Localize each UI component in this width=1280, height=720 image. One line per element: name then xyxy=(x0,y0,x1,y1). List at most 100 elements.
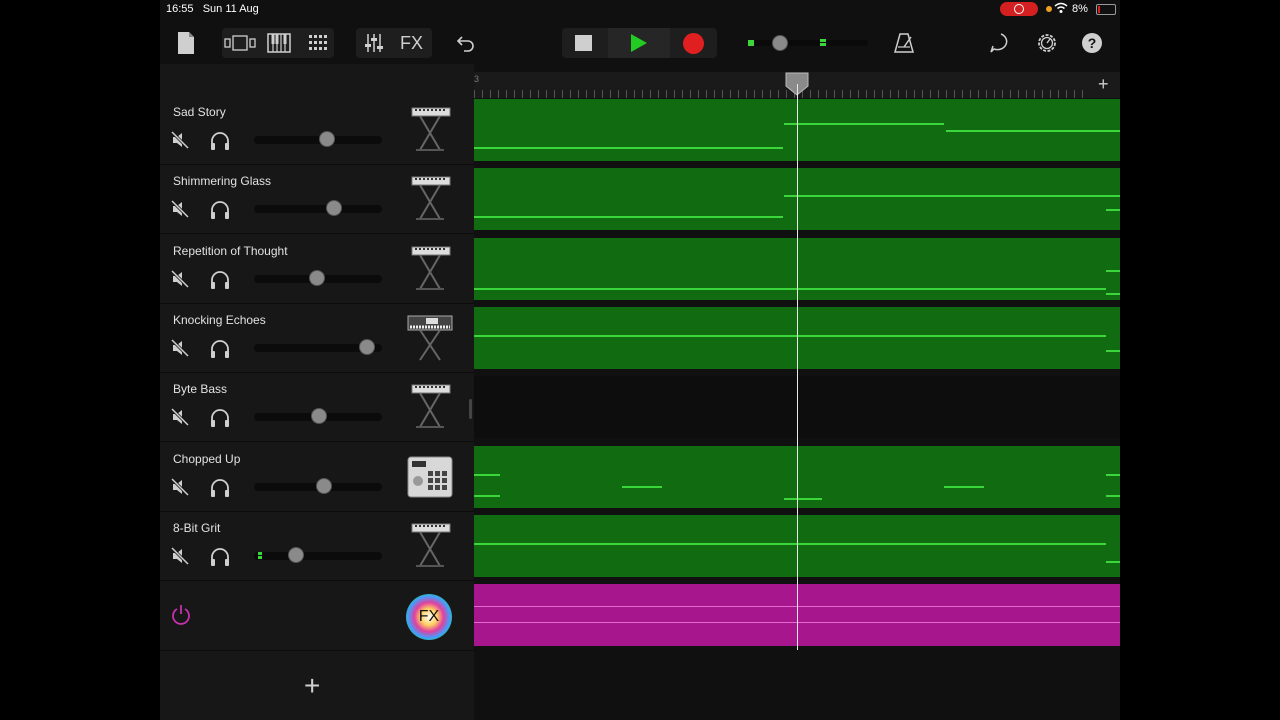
keyboard-icon[interactable] xyxy=(406,241,454,297)
track-volume-slider[interactable] xyxy=(254,269,382,286)
solo-headphones-icon[interactable] xyxy=(209,131,231,151)
metronome-icon[interactable] xyxy=(893,32,915,54)
add-section-button[interactable]: + xyxy=(1098,74,1109,94)
track-header[interactable]: Shimmering Glass xyxy=(160,165,474,235)
track-header[interactable]: Repetition of Thought xyxy=(160,235,474,304)
keyboard-icon[interactable] xyxy=(406,379,454,435)
battery-icon xyxy=(1096,4,1116,15)
midi-note xyxy=(474,494,500,497)
help-button[interactable]: ? xyxy=(1082,33,1102,53)
midi-note xyxy=(474,542,1106,545)
track-header[interactable]: Chopped Up xyxy=(160,443,474,512)
track-volume-slider[interactable] xyxy=(254,131,382,147)
ipad-screen: 16:55 Sun 11 Aug 8% FX ? Sad Story Shimm… xyxy=(160,0,1120,720)
track-name[interactable]: Byte Bass xyxy=(173,382,227,396)
fx-track-header[interactable]: FX xyxy=(160,584,474,651)
midi-note xyxy=(474,147,783,149)
keyboard-icon[interactable] xyxy=(406,171,454,227)
midi-note xyxy=(474,216,783,219)
synth-keyboard-icon[interactable] xyxy=(406,310,454,366)
keyboard-icon[interactable] xyxy=(267,33,291,53)
midi-note xyxy=(1106,560,1120,563)
track-volume-slider[interactable] xyxy=(254,338,382,355)
track-name[interactable]: Shimmering Glass xyxy=(173,174,271,188)
fx-button[interactable]: FX xyxy=(400,33,423,54)
mute-icon[interactable] xyxy=(170,338,190,357)
play-button[interactable] xyxy=(630,33,648,53)
grid-view-icon[interactable] xyxy=(308,34,328,52)
mute-icon[interactable] xyxy=(170,200,190,219)
midi-note xyxy=(474,287,1106,290)
add-track-button[interactable]: + xyxy=(304,670,320,702)
document-icon[interactable] xyxy=(176,31,196,55)
mute-icon[interactable] xyxy=(170,477,190,496)
track-name[interactable]: Knocking Echoes xyxy=(173,313,266,327)
level-meter-right xyxy=(820,39,826,42)
status-time-date: 16:55 Sun 11 Aug xyxy=(166,3,259,15)
solo-headphones-icon[interactable] xyxy=(209,478,231,498)
ruler-ticks xyxy=(474,90,1090,98)
solo-headphones-icon[interactable] xyxy=(209,270,231,290)
track-volume-knob[interactable] xyxy=(319,131,335,147)
track-volume-slider[interactable] xyxy=(254,477,382,494)
track-volume-slider[interactable] xyxy=(254,200,382,217)
mute-icon[interactable] xyxy=(170,546,190,565)
stop-button[interactable] xyxy=(575,35,592,51)
midi-note xyxy=(1106,494,1120,497)
master-volume-slider[interactable] xyxy=(748,35,868,51)
playhead-line xyxy=(797,84,798,650)
solo-headphones-icon[interactable] xyxy=(209,200,231,220)
mute-icon[interactable] xyxy=(170,269,190,288)
midi-note xyxy=(1106,292,1120,295)
drum-machine-icon[interactable] xyxy=(406,449,454,505)
screen-recording-icon[interactable] xyxy=(1000,2,1038,16)
solo-headphones-icon[interactable] xyxy=(209,547,231,567)
toolbar: FX ? xyxy=(160,22,1120,64)
keyboard-icon[interactable] xyxy=(406,102,454,158)
mute-icon[interactable] xyxy=(170,130,190,150)
track-volume-knob[interactable] xyxy=(326,200,342,217)
mixer-icon[interactable] xyxy=(364,33,384,53)
midi-note xyxy=(474,334,1106,337)
keyboard-icon[interactable] xyxy=(406,518,454,574)
power-icon[interactable] xyxy=(171,604,191,626)
mute-icon[interactable] xyxy=(170,408,190,427)
track-header[interactable]: Byte Bass xyxy=(160,373,474,443)
tracks-view-icon[interactable] xyxy=(224,35,256,51)
level-meter-right-2 xyxy=(820,43,826,46)
track-volume-knob[interactable] xyxy=(359,338,375,355)
settings-gear-icon[interactable] xyxy=(1036,32,1058,54)
track-volume-knob[interactable] xyxy=(288,546,304,563)
fx-track-icon: FX xyxy=(406,594,452,640)
track-header[interactable]: 8-Bit Grit xyxy=(160,512,474,581)
track-headers-panel: Sad Story Shimmering Glass Repetition of T… xyxy=(160,64,474,720)
track-volume-knob[interactable] xyxy=(311,408,327,425)
track-header[interactable]: Knocking Echoes xyxy=(160,304,474,373)
midi-note xyxy=(1106,130,1120,132)
midi-note xyxy=(784,195,1120,198)
track-volume-slider[interactable] xyxy=(254,546,382,563)
solo-headphones-icon[interactable] xyxy=(209,408,231,428)
level-meter-left-2 xyxy=(748,43,754,46)
midi-note xyxy=(1106,209,1120,212)
track-volume-slider[interactable] xyxy=(254,408,382,425)
midi-note xyxy=(784,123,944,125)
track-name[interactable]: Sad Story xyxy=(173,105,226,119)
track-volume-knob[interactable] xyxy=(316,477,332,494)
midi-note xyxy=(1106,473,1120,476)
loop-browser-icon[interactable] xyxy=(989,32,1013,54)
track-header[interactable]: Sad Story xyxy=(160,96,474,165)
track-volume-knob[interactable] xyxy=(309,269,325,286)
undo-icon[interactable] xyxy=(456,33,476,53)
master-volume-knob[interactable] xyxy=(772,35,788,51)
record-button[interactable] xyxy=(683,33,704,54)
panel-resize-handle[interactable] xyxy=(469,399,472,419)
track-name[interactable]: Repetition of Thought xyxy=(173,244,288,258)
track-name[interactable]: Chopped Up xyxy=(173,452,240,466)
mic-indicator-icon xyxy=(1046,6,1052,12)
midi-note xyxy=(944,485,984,488)
track-name[interactable]: 8-Bit Grit xyxy=(173,521,220,535)
wifi-icon xyxy=(1054,2,1068,13)
solo-headphones-icon[interactable] xyxy=(209,339,231,359)
midi-note xyxy=(622,485,662,488)
